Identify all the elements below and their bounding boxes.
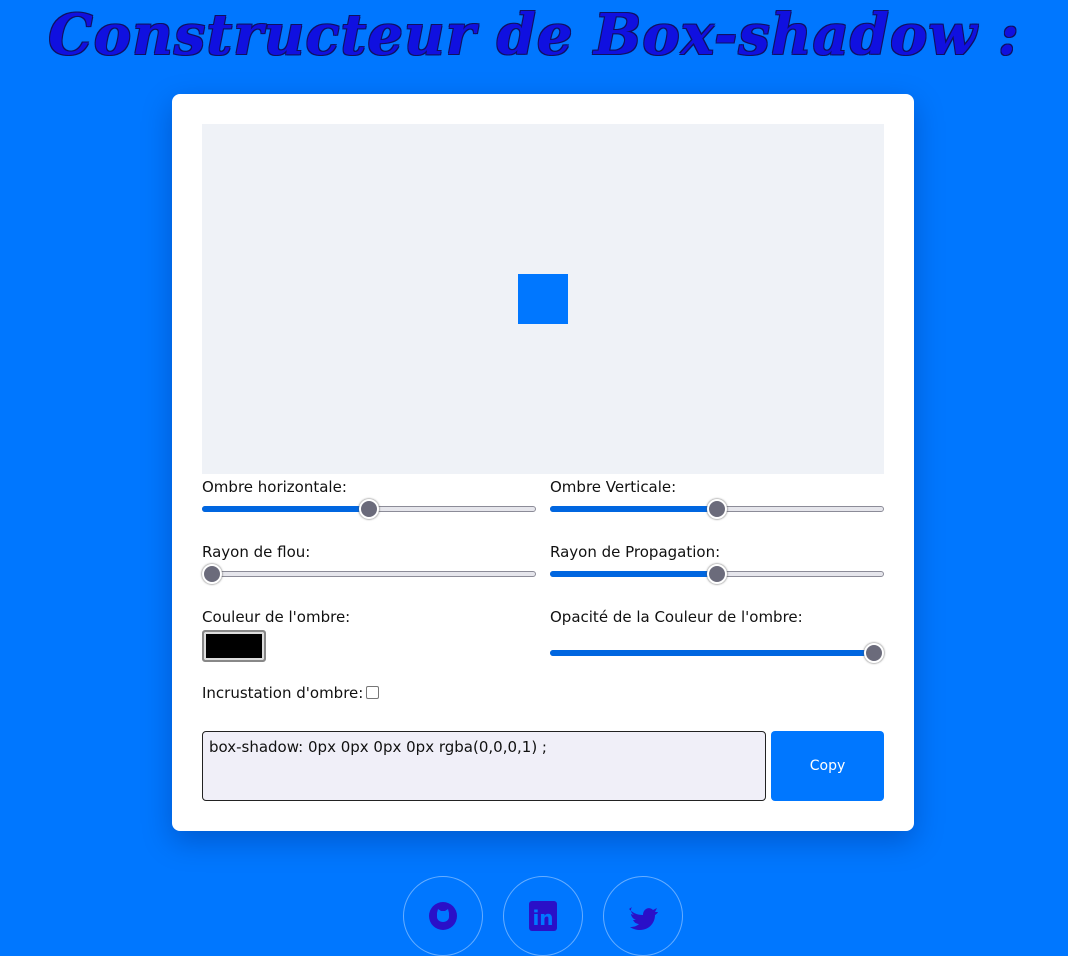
inset-checkbox[interactable] (366, 686, 380, 699)
blur-control: Rayon de flou: (202, 543, 536, 584)
css-output[interactable]: box-shadow: 0px 0px 0px 0px rgba(0,0,0,1… (202, 731, 766, 801)
horizontal-label: Ombre horizontale: (202, 478, 347, 496)
twitter-link[interactable] (603, 876, 683, 956)
slider-thumb[interactable] (707, 499, 727, 519)
vertical-label: Ombre Verticale: (550, 478, 677, 496)
color-label: Couleur de l'ombre: (202, 608, 351, 626)
blur-slider[interactable] (202, 564, 536, 584)
copy-button[interactable]: Copy (771, 731, 884, 801)
spread-label: Rayon de Propagation: (550, 543, 721, 561)
twitter-icon (629, 907, 658, 930)
inset-control: Incrustation d'ombre: (202, 684, 536, 702)
horizontal-control: Ombre horizontale: (202, 478, 536, 519)
slider-thumb[interactable] (202, 564, 222, 584)
github-link[interactable] (403, 876, 483, 956)
opacity-control: Opacité de la Couleur de l'ombre: (550, 608, 884, 663)
slider-thumb[interactable] (707, 564, 727, 584)
github-icon (429, 902, 457, 930)
vertical-control: Ombre Verticale: (550, 478, 884, 519)
inset-label: Incrustation d'ombre: (202, 684, 364, 702)
horizontal-slider[interactable] (202, 499, 536, 519)
preview-area (202, 124, 884, 474)
linkedin-link[interactable]: in (503, 876, 583, 956)
preview-box (518, 274, 568, 324)
opacity-slider[interactable] (550, 643, 884, 663)
color-picker[interactable] (202, 630, 266, 662)
spread-slider[interactable] (550, 564, 884, 584)
slider-thumb[interactable] (864, 643, 884, 663)
color-control: Couleur de l'ombre: (202, 608, 536, 662)
builder-card: Ombre horizontale: Ombre Verticale: Rayo… (172, 94, 914, 831)
vertical-slider[interactable] (550, 499, 884, 519)
slider-thumb[interactable] (359, 499, 379, 519)
spread-control: Rayon de Propagation: (550, 543, 884, 584)
blur-label: Rayon de flou: (202, 543, 311, 561)
linkedin-icon: in (529, 901, 557, 931)
opacity-label: Opacité de la Couleur de l'ombre: (550, 608, 803, 626)
page-title: Constructeur de Box-shadow : (48, 2, 1020, 68)
